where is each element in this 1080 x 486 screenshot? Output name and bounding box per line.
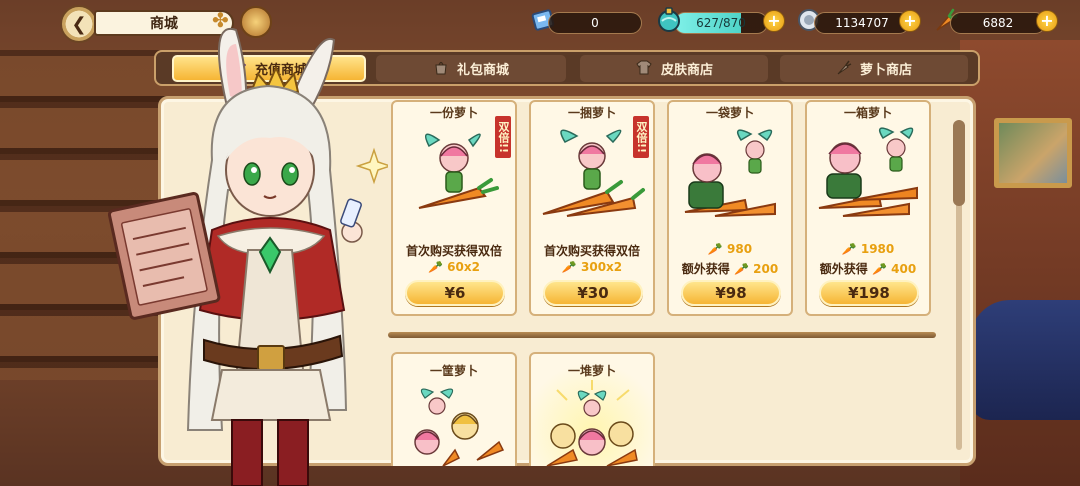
tab-label: 萝卜商店	[859, 63, 912, 78]
skin-icon	[635, 59, 653, 79]
sofa-background	[970, 300, 1080, 420]
wall-painting	[994, 118, 1072, 188]
carrot-icon: 🥕	[707, 242, 723, 256]
product-title: 一筐萝卜	[429, 364, 478, 378]
carrot-fairy-image	[813, 116, 923, 224]
carrot-icon	[836, 59, 852, 79]
add-carrots-button[interactable]: +	[1036, 10, 1058, 32]
buy-button[interactable]: ¥30	[543, 280, 643, 306]
back-arrow-icon: ❮	[71, 13, 87, 35]
carrot-icon: 🥕	[734, 262, 749, 276]
carrot-amount: 🥕 980	[707, 242, 753, 256]
add-coins-button[interactable]: +	[899, 10, 921, 32]
bunny-girl-character	[107, 10, 393, 486]
buy-button[interactable]: ¥98	[681, 280, 781, 306]
carrot-amount: 🥕 60x2	[428, 260, 480, 274]
tab-label: 皮肤商店	[660, 63, 713, 78]
carrot-fairy-image	[675, 116, 785, 224]
scrollbar-thumb[interactable]	[953, 120, 965, 206]
tab-label: 礼包商城	[456, 63, 509, 78]
bonus-text: 额外获得 🥕 200	[681, 262, 779, 276]
tab-gift-shop[interactable]: 礼包商城	[376, 55, 566, 82]
carrot-fairy-image	[399, 116, 509, 224]
product-card[interactable]: 一袋萝卜 🥕 980 额外获得 🥕 200 ¥98	[667, 100, 793, 316]
tab-carrot-shop[interactable]: 萝卜商店	[780, 55, 968, 82]
tab-skin-shop[interactable]: 皮肤商店	[580, 55, 768, 82]
carrot-icon: 🥕	[428, 260, 443, 274]
buy-button[interactable]: ¥6	[405, 280, 505, 306]
first-purchase-text: 首次购买获得双倍	[543, 244, 640, 258]
ticket-counter: 0	[548, 12, 642, 34]
coin-counter: 1134707	[814, 12, 910, 34]
row-divider	[388, 332, 936, 338]
carrot-icon: 🥕	[872, 262, 887, 276]
buy-button[interactable]: ¥198	[819, 280, 919, 306]
gift-bag-icon	[433, 59, 449, 79]
carrot-fairy-image	[537, 116, 647, 224]
product-card[interactable]: 一堆萝卜	[529, 352, 655, 466]
carrot-amount: 🥕 1980	[841, 242, 895, 256]
carrot-icon: 🥕	[561, 260, 577, 274]
double-badge: 双倍!!	[495, 116, 511, 158]
carrot-icon: 🥕	[841, 242, 857, 256]
energy-potion-icon	[654, 5, 684, 35]
carrot-fairy-image	[537, 380, 647, 466]
product-card[interactable]: 一份萝卜 双倍!! 首次购买获得双倍 🥕 60x2 ¥6	[391, 100, 517, 316]
energy-counter: 627/870	[674, 12, 768, 34]
add-energy-button[interactable]: +	[763, 10, 785, 32]
double-badge: 双倍!!	[633, 116, 649, 158]
carrot-fairy-image	[399, 380, 509, 466]
product-card[interactable]: 一捆萝卜 双倍!! 首次购买获得双倍 🥕 300x2 ¥30	[529, 100, 655, 316]
product-card[interactable]: 一箱萝卜 🥕 1980 额外获得 🥕 400 ¥198	[805, 100, 931, 316]
product-card[interactable]: 一筐萝卜	[391, 352, 517, 466]
product-title: 一堆萝卜	[567, 364, 616, 378]
first-purchase-text: 首次购买获得双倍	[405, 244, 502, 258]
carrot-amount: 🥕 300x2	[561, 260, 623, 274]
back-button[interactable]: ❮	[60, 5, 98, 43]
bonus-text: 额外获得 🥕 400	[819, 262, 917, 276]
carrot-counter: 6882	[950, 12, 1046, 34]
